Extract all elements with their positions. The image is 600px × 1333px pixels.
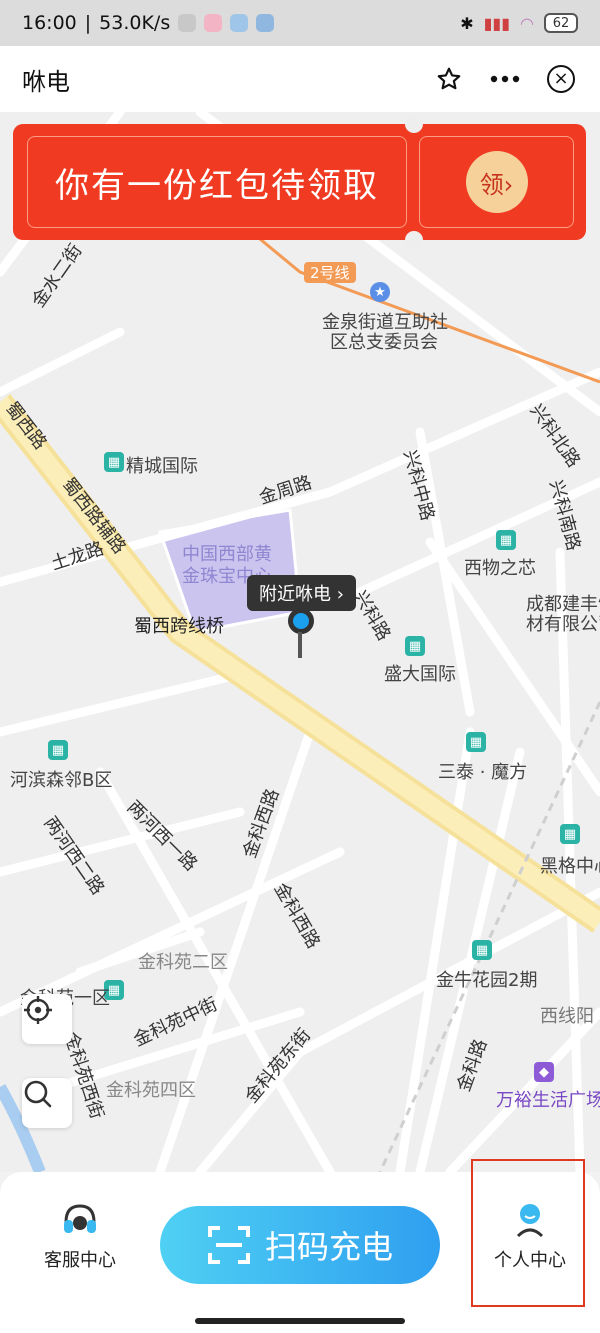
app-notification-icon (230, 14, 249, 32)
map-label: 材有限公司 (526, 614, 600, 635)
map-label: 盛大国际 (384, 664, 456, 685)
banner-text: 你有一份红包待领取 (55, 165, 379, 206)
more-button[interactable] (488, 62, 522, 96)
locate-button[interactable] (22, 994, 72, 1044)
poi-building-icon: ▦ (405, 636, 425, 656)
favorite-button[interactable] (432, 62, 466, 96)
poi-building-icon: ▦ (472, 940, 492, 960)
map-label: 河滨森邻B区 (10, 770, 113, 791)
map-label: 金科苑二区 (138, 952, 228, 973)
poi-building-icon: ▦ (104, 452, 124, 472)
map-label: 万裕生活广场 (496, 1090, 600, 1111)
wifi-icon: ◠ (520, 13, 534, 33)
claim-button[interactable]: 领› (465, 151, 528, 213)
battery-icon: 62 (544, 13, 578, 33)
mini-program-header: 咻电 × (0, 46, 600, 112)
map-label: 西物之芯 (464, 558, 536, 579)
poi-building-icon: ▦ (496, 530, 516, 550)
poi-building-icon: ▦ (466, 732, 486, 752)
red-packet-banner[interactable]: 你有一份红包待领取 领› (13, 115, 586, 249)
customer-service-label: 客服中心 (44, 1250, 116, 1271)
map-label: 三泰 · 魔方 (438, 762, 528, 783)
map-label: 金科苑四区 (106, 1080, 196, 1101)
app-notification-icon (204, 14, 223, 32)
scan-charge-button[interactable]: 扫码充电 (160, 1206, 440, 1284)
banner-notch (405, 115, 423, 133)
mute-icon (178, 14, 197, 32)
status-time: 16:00 (22, 12, 77, 34)
scan-charge-label: 扫码充电 (264, 1228, 393, 1266)
close-circle-icon: × (547, 65, 575, 93)
star-outline-icon (437, 67, 461, 90)
banner-notch (405, 231, 423, 249)
banner-message: 你有一份红包待领取 (27, 136, 407, 228)
search-icon (24, 1080, 52, 1108)
signal-icon: ▮▮▮ (483, 13, 511, 33)
close-button[interactable]: × (544, 62, 578, 96)
status-divider: | (84, 12, 92, 34)
scan-icon (207, 1226, 250, 1264)
map-label: 金牛花园2期 (436, 970, 538, 991)
app-page: 16:00 | 53.0K/s ✱ ▮▮▮ ◠ 62 咻电 × ★ ▦ ▦ ▦ … (0, 0, 600, 1333)
map-label: 西线阳 (540, 1006, 594, 1027)
bluetooth-icon: ✱ (460, 13, 474, 33)
location-pin-stem (298, 632, 302, 658)
headset-icon (64, 1204, 96, 1233)
status-bar: 16:00 | 53.0K/s ✱ ▮▮▮ ◠ 62 (0, 0, 600, 46)
map-label: 蜀西跨线桥 (134, 616, 224, 637)
map-label: 2号线 (304, 262, 356, 283)
app-notification-icon (256, 14, 275, 32)
map-label: 黑格中心 (540, 856, 600, 877)
home-indicator[interactable] (195, 1318, 405, 1324)
status-net-speed: 53.0K/s (99, 12, 171, 34)
page-title: 咻电 (22, 67, 70, 96)
banner-claim-area: 领› (419, 136, 574, 228)
poi-community-icon: ★ (370, 282, 390, 302)
locate-icon (24, 996, 52, 1024)
location-pin-icon (288, 608, 314, 634)
profile-highlight-box (471, 1159, 585, 1307)
nearby-stations-tooltip[interactable]: 附近咻电 › (247, 575, 356, 618)
poi-building-icon: ▦ (48, 740, 68, 760)
map-label: 精城国际 (126, 456, 198, 477)
more-dots-icon (490, 75, 520, 83)
poi-building-icon: ▦ (560, 824, 580, 844)
customer-service-tab[interactable]: 客服中心 (20, 1202, 140, 1272)
poi-shopping-icon: ◆ (534, 1062, 554, 1082)
search-button[interactable] (22, 1078, 72, 1128)
map-label: 区总支委员会 (330, 332, 438, 353)
